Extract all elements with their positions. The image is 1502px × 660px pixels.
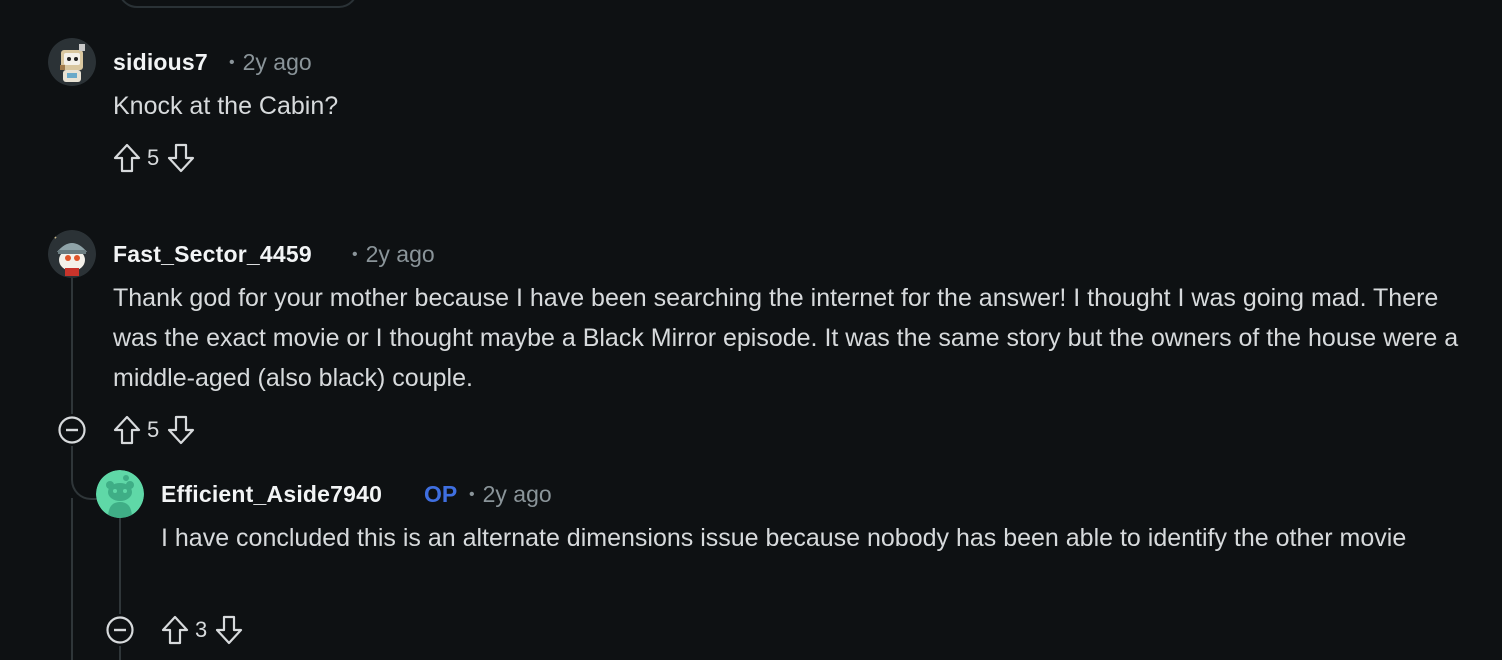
- snoo-avatar-robot-icon: [48, 38, 96, 86]
- snoo-avatar-explorer-icon: [48, 230, 96, 278]
- comment-body: I have concluded this is an alternate di…: [161, 524, 1407, 552]
- comment-timestamp: • 2y ago: [352, 241, 435, 268]
- comment-username[interactable]: Fast_Sector_4459: [113, 241, 312, 268]
- thread-line[interactable]: [119, 518, 121, 614]
- collapse-minus-icon: [58, 416, 86, 444]
- downvote-button[interactable]: [165, 142, 197, 174]
- upvote-button[interactable]: [111, 142, 143, 174]
- vote-count: 3: [195, 617, 208, 642]
- meta-separator: •: [352, 246, 358, 263]
- thread-connector: [71, 472, 97, 500]
- collapse-thread-button[interactable]: [56, 414, 88, 446]
- arrow-down-icon: [216, 615, 243, 645]
- more-replies-pill[interactable]: [118, 0, 358, 8]
- meta-separator: •: [229, 54, 235, 71]
- arrow-down-icon: [168, 143, 195, 173]
- comment-username[interactable]: sidious7: [113, 49, 208, 76]
- upvote-button[interactable]: [159, 614, 191, 646]
- downvote-button[interactable]: [165, 414, 197, 446]
- comment-body: Thank god for your mother because I have…: [113, 284, 1459, 392]
- vote-row: 5: [111, 413, 197, 447]
- arrow-up-icon: [113, 143, 141, 173]
- vote-count: 5: [147, 417, 160, 442]
- user-avatar-sidious7[interactable]: [48, 38, 96, 86]
- snoo-avatar-default-icon: [96, 470, 144, 518]
- arrow-down-icon: [168, 415, 195, 445]
- thread-line[interactable]: [119, 646, 121, 660]
- collapse-thread-button[interactable]: [104, 614, 136, 646]
- comment-time[interactable]: 2y ago: [243, 49, 312, 75]
- arrow-up-icon: [161, 615, 189, 645]
- comment-timestamp: • 2y ago: [469, 481, 552, 508]
- downvote-button[interactable]: [213, 614, 245, 646]
- user-avatar-efficient-aside7940[interactable]: [96, 470, 144, 518]
- collapse-minus-icon: [106, 616, 134, 644]
- comment-username[interactable]: Efficient_Aside7940: [161, 481, 382, 508]
- comment-timestamp: • 2y ago: [229, 49, 312, 76]
- comment-time[interactable]: 2y ago: [483, 481, 552, 507]
- comment-time[interactable]: 2y ago: [366, 241, 435, 267]
- user-avatar-fast-sector-4459[interactable]: [48, 230, 96, 278]
- comment-body: Knock at the Cabin?: [113, 92, 339, 120]
- upvote-button[interactable]: [111, 414, 143, 446]
- meta-separator: •: [469, 486, 475, 503]
- comment-thread: sidious7 • 2y ago Knock at the Cabin? 5 F…: [0, 0, 1502, 660]
- op-badge: OP: [424, 481, 458, 507]
- vote-row: 5: [111, 141, 197, 175]
- vote-row: 3: [159, 613, 245, 647]
- arrow-up-icon: [113, 415, 141, 445]
- vote-count: 5: [147, 145, 160, 170]
- thread-line[interactable]: [71, 498, 73, 660]
- thread-line[interactable]: [71, 278, 73, 420]
